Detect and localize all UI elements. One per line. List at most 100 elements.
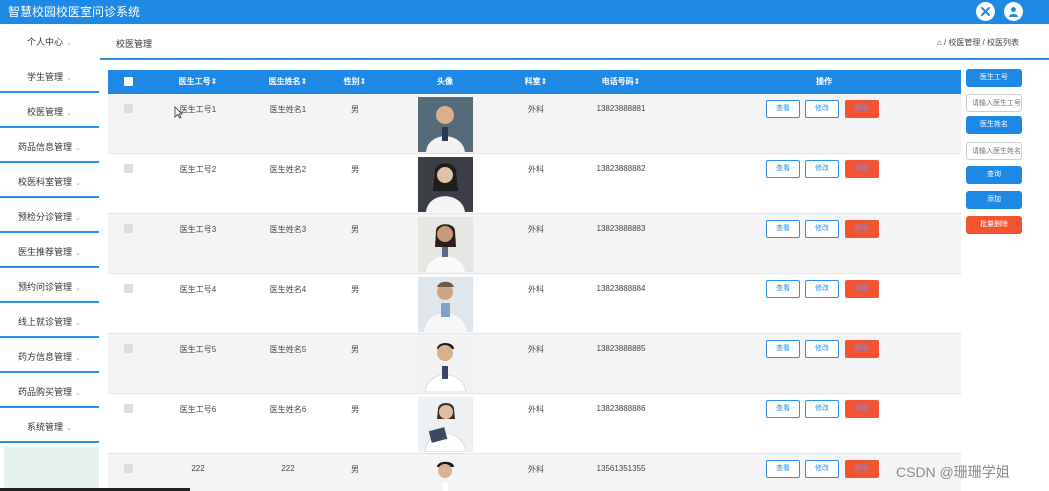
sidebar-item-purchases[interactable]: 药品购买管理 ⌄ [0,376,99,408]
row-checkbox[interactable] [124,224,133,233]
table-header: 医生工号⇕ 医生姓名⇕ 性别⇕ 头像 科室⇕ 电话号码⇕ 操作 [108,70,961,94]
user-icon[interactable] [1004,2,1023,21]
app-title: 智慧校园校医室问诊系统 [8,5,141,19]
table-row: 医生工号6 医生姓名6 男 外科 13823888886 查看 修改 删除 [108,394,961,454]
column-header-dept[interactable]: 科室⇕ [516,70,556,94]
doctor-dept: 外科 [528,285,544,294]
doctor-name: 医生姓名6 [269,405,307,414]
view-button[interactable]: 查看 [766,460,800,478]
delete-button[interactable]: 删除 [845,460,879,478]
delete-button[interactable]: 删除 [845,100,879,118]
row-checkbox[interactable] [124,104,133,113]
sidebar-item-online-visit[interactable]: 线上就诊管理 ⌄ [0,306,99,338]
sidebar-item-appointments[interactable]: 预约问诊管理 ⌄ [0,271,99,303]
doctor-phone: 13823888883 [596,224,646,233]
sidebar-item-triage[interactable]: 预检分诊管理 ⌄ [0,201,99,233]
doctor-dept: 外科 [528,405,544,414]
doctor-dept: 外科 [528,165,544,174]
doctor-id-search-input[interactable] [966,94,1022,112]
edit-button[interactable]: 修改 [805,460,839,478]
row-checkbox[interactable] [124,464,133,473]
doctor-name-search-input[interactable] [966,142,1022,160]
sidebar-item-recommend[interactable]: 医生推荐管理 ⌄ [0,236,99,268]
edit-button[interactable]: 修改 [805,340,839,358]
sidebar-item-label: 药品购买管理 [18,387,73,397]
doctor-table: 医生工号⇕ 医生姓名⇕ 性别⇕ 头像 科室⇕ 电话号码⇕ 操作 医生工号1 医生… [108,70,961,491]
row-checkbox[interactable] [124,404,133,413]
sidebar-item-departments[interactable]: 校医科室管理 ⌄ [0,166,99,198]
doctor-id: 医生工号6 [179,405,217,414]
row-checkbox[interactable] [124,284,133,293]
delete-button[interactable]: 删除 [845,280,879,298]
sidebar-item-label: 医生推荐管理 [18,247,73,257]
edit-button[interactable]: 修改 [805,160,839,178]
breadcrumb-bar: 校医管理 ⌂ / 校医管理 / 校医列表 [100,24,1049,60]
table-row: 医生工号3 医生姓名3 男 外科 13823888883 查看 修改 删除 [108,214,961,274]
view-button[interactable]: 查看 [766,340,800,358]
row-checkbox[interactable] [124,164,133,173]
chevron-down-icon: ⌄ [75,250,81,257]
view-button[interactable]: 查看 [766,160,800,178]
sidebar-item-students[interactable]: 学生管理 ⌄ [0,61,99,93]
table-row: 医生工号1 医生姓名1 男 外科 13823888881 查看 修改 删除 [108,94,961,154]
doctor-gender: 男 [351,165,359,174]
edit-button[interactable]: 修改 [805,100,839,118]
sidebar-item-medicine[interactable]: 药品信息管理 ⌄ [0,131,99,163]
batch-delete-button[interactable]: 批量删除 [966,216,1022,234]
table-row: 医生工号2 医生姓名2 男 外科 13823888882 查看 修改 删除 [108,154,961,214]
edit-button[interactable]: 修改 [805,220,839,238]
chevron-down-icon: ⌄ [75,145,81,152]
delete-button[interactable]: 删除 [845,160,879,178]
doctor-id: 222 [191,464,205,473]
edit-button[interactable]: 修改 [805,400,839,418]
close-circle-icon[interactable] [976,2,995,21]
watermark: CSDN @珊珊学姐 [896,464,1010,480]
delete-button[interactable]: 删除 [845,340,879,358]
sidebar-item-prescriptions[interactable]: 药方信息管理 ⌄ [0,341,99,373]
doctor-name: 医生姓名5 [269,345,307,354]
doctor-id: 医生工号3 [179,225,217,234]
doctor-dept: 外科 [528,465,544,474]
chevron-down-icon: ⌄ [75,320,81,327]
delete-button[interactable]: 删除 [845,220,879,238]
chevron-down-icon: ⌄ [75,390,81,397]
doctor-name: 222 [281,464,295,473]
doctor-photo-icon [418,97,473,152]
delete-button[interactable]: 删除 [845,400,879,418]
doctor-name: 医生姓名4 [269,285,307,294]
doctor-gender: 男 [351,345,359,354]
view-button[interactable]: 查看 [766,280,800,298]
doctor-name: 医生姓名1 [269,105,307,114]
sidebar-item-system[interactable]: 系统管理 ⌄ [0,411,99,443]
breadcrumb[interactable]: ⌂ / 校医管理 / 校医列表 [937,37,1019,48]
sidebar-item-user-center[interactable]: 个人中心 ⌄ [0,26,99,58]
sidebar-item-label: 学生管理 [27,72,64,82]
doctor-photo-icon [418,397,473,452]
column-header-phone[interactable]: 电话号码⇕ [586,70,656,94]
sidebar-item-label: 个人中心 [27,37,64,47]
sidebar-item-label: 校医管理 [27,107,64,117]
view-button[interactable]: 查看 [766,100,800,118]
doctor-gender: 男 [351,225,359,234]
view-button[interactable]: 查看 [766,400,800,418]
column-header-id[interactable]: 医生工号⇕ [168,70,228,94]
query-button[interactable]: 查询 [966,166,1022,184]
sidebar-item-label: 药方信息管理 [18,352,73,362]
view-button[interactable]: 查看 [766,220,800,238]
top-bar: 智慧校园校医室问诊系统 [0,0,1049,24]
column-header-gender[interactable]: 性别⇕ [335,70,375,94]
sidebar-item-label: 系统管理 [27,422,64,432]
sidebar-item-label: 预约问诊管理 [18,282,73,292]
sidebar-item-doctors[interactable]: 校医管理 ⌄ [0,96,99,128]
doctor-id-label: 医生工号 [966,69,1022,87]
doctor-phone: 13823888886 [596,404,646,413]
column-header-name[interactable]: 医生姓名⇕ [258,70,318,94]
doctor-dept: 外科 [528,105,544,114]
doctor-phone: 13823888882 [596,164,646,173]
sidebar-item-label: 校医科室管理 [18,177,73,187]
chevron-down-icon: ⌄ [66,75,72,82]
edit-button[interactable]: 修改 [805,280,839,298]
add-button[interactable]: 添加 [966,191,1022,209]
row-checkbox[interactable] [124,344,133,353]
select-all-checkbox[interactable] [124,77,133,86]
